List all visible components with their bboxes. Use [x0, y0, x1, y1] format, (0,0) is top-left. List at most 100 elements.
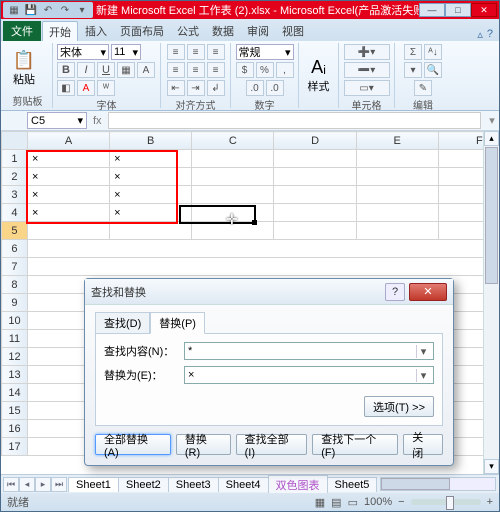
underline-button[interactable]: U: [97, 62, 115, 78]
fill-color-button[interactable]: ◧: [57, 80, 75, 96]
save-icon[interactable]: 💾: [24, 3, 38, 17]
fx-icon[interactable]: fx: [93, 115, 102, 127]
zoom-value[interactable]: 100%: [364, 496, 392, 508]
cell[interactable]: [356, 168, 438, 186]
currency-button[interactable]: $: [236, 62, 254, 78]
row-header[interactable]: 8: [2, 276, 28, 294]
options-button[interactable]: 选项(T) >>: [364, 396, 434, 417]
redo-icon[interactable]: ↷: [58, 3, 72, 17]
align-right-button[interactable]: ≡: [207, 62, 225, 78]
row-header[interactable]: 10: [2, 312, 28, 330]
replace-button[interactable]: 替换(R): [176, 434, 231, 455]
minimize-ribbon-icon[interactable]: ▵: [477, 28, 483, 41]
replace-all-button[interactable]: 全部替换(A): [95, 434, 171, 455]
chevron-down-icon[interactable]: ▾: [416, 345, 430, 358]
cell[interactable]: [27, 258, 499, 276]
sheet-tab[interactable]: Sheet2: [118, 477, 169, 492]
comma-button[interactable]: ,: [276, 62, 294, 78]
cell[interactable]: ×: [110, 168, 192, 186]
cell[interactable]: [192, 150, 274, 168]
undo-icon[interactable]: ↶: [41, 3, 55, 17]
find-next-button[interactable]: 查找下一个(F): [312, 434, 398, 455]
file-tab[interactable]: 文件: [3, 21, 41, 41]
row-header[interactable]: 15: [2, 402, 28, 420]
bold-button[interactable]: B: [57, 62, 75, 78]
cell[interactable]: ×: [27, 204, 109, 222]
scroll-up-icon[interactable]: ▴: [484, 131, 499, 146]
align-top-button[interactable]: ≡: [167, 44, 185, 60]
tab-replace[interactable]: 替换(P): [150, 312, 205, 334]
border-button[interactable]: ▦: [117, 62, 135, 78]
phonetic-button[interactable]: ᵂ: [97, 80, 115, 96]
cell[interactable]: [356, 186, 438, 204]
find-button[interactable]: 🔍: [424, 62, 442, 78]
percent-button[interactable]: %: [256, 62, 274, 78]
last-sheet-button[interactable]: ⏭: [51, 477, 67, 492]
cell[interactable]: [27, 222, 109, 240]
minimize-button[interactable]: —: [419, 3, 445, 17]
maximize-button[interactable]: □: [445, 3, 471, 17]
number-format-select[interactable]: 常规▾: [236, 44, 294, 60]
indent-inc-button[interactable]: ⇥: [187, 80, 205, 96]
vertical-scrollbar[interactable]: ▴ ▾: [483, 131, 499, 474]
align-mid-button[interactable]: ≡: [187, 44, 205, 60]
col-header[interactable]: A: [27, 132, 109, 150]
tab-insert[interactable]: 插入: [79, 21, 113, 41]
cell[interactable]: [356, 222, 438, 240]
select-all-corner[interactable]: [2, 132, 28, 150]
italic-button[interactable]: I: [77, 62, 95, 78]
cell[interactable]: [192, 168, 274, 186]
cell[interactable]: ×: [27, 168, 109, 186]
tab-view[interactable]: 视图: [276, 21, 310, 41]
tab-data[interactable]: 数据: [206, 21, 240, 41]
zoom-slider[interactable]: [411, 499, 481, 505]
scroll-down-icon[interactable]: ▾: [484, 459, 499, 474]
dialog-titlebar[interactable]: 查找和替换 ? ✕: [85, 279, 453, 305]
col-header[interactable]: E: [356, 132, 438, 150]
cell[interactable]: [274, 222, 356, 240]
scroll-thumb[interactable]: [485, 147, 498, 284]
chevron-down-icon[interactable]: ▾: [416, 369, 430, 382]
styles-button[interactable]: Aᵢ样式: [303, 51, 334, 99]
row-header[interactable]: 12: [2, 348, 28, 366]
row-header[interactable]: 17: [2, 438, 28, 456]
delete-cells-button[interactable]: ➖▾: [344, 62, 390, 78]
help-icon[interactable]: ?: [487, 28, 493, 41]
sheet-tab[interactable]: Sheet1: [68, 477, 119, 492]
find-all-button[interactable]: 查找全部(I): [236, 434, 308, 455]
cell[interactable]: [192, 222, 274, 240]
wrap-button[interactable]: ↲: [207, 80, 225, 96]
sheet-tab[interactable]: Sheet5: [327, 477, 378, 492]
view-normal-icon[interactable]: ▦: [315, 496, 325, 509]
format-cells-button[interactable]: ▭▾: [344, 80, 390, 96]
cell[interactable]: [27, 240, 499, 258]
row-header[interactable]: 2: [2, 168, 28, 186]
col-header[interactable]: B: [110, 132, 192, 150]
col-header[interactable]: D: [274, 132, 356, 150]
dialog-close-button[interactable]: ✕: [409, 283, 447, 301]
cell[interactable]: [274, 150, 356, 168]
row-header[interactable]: 9: [2, 294, 28, 312]
row-header[interactable]: 14: [2, 384, 28, 402]
row-header[interactable]: 3: [2, 186, 28, 204]
sheet-tab[interactable]: Sheet4: [218, 477, 269, 492]
row-header[interactable]: 7: [2, 258, 28, 276]
first-sheet-button[interactable]: ⏮: [3, 477, 19, 492]
cell[interactable]: [192, 204, 274, 222]
cell[interactable]: [192, 186, 274, 204]
tab-review[interactable]: 审阅: [241, 21, 275, 41]
align-bot-button[interactable]: ≡: [207, 44, 225, 60]
cell[interactable]: [274, 204, 356, 222]
find-input[interactable]: *▾: [184, 342, 434, 360]
replace-input[interactable]: ×▾: [184, 366, 434, 384]
sheet-tab[interactable]: 双色图表: [268, 475, 328, 494]
autosum-button[interactable]: Σ: [404, 44, 422, 60]
tab-home[interactable]: 开始: [42, 21, 78, 41]
row-header[interactable]: 16: [2, 420, 28, 438]
font-color-button[interactable]: A: [77, 80, 95, 96]
indent-dec-button[interactable]: ⇤: [167, 80, 185, 96]
cell[interactable]: [110, 222, 192, 240]
cell[interactable]: ×: [110, 150, 192, 168]
cell[interactable]: [274, 168, 356, 186]
align-center-button[interactable]: ≡: [187, 62, 205, 78]
